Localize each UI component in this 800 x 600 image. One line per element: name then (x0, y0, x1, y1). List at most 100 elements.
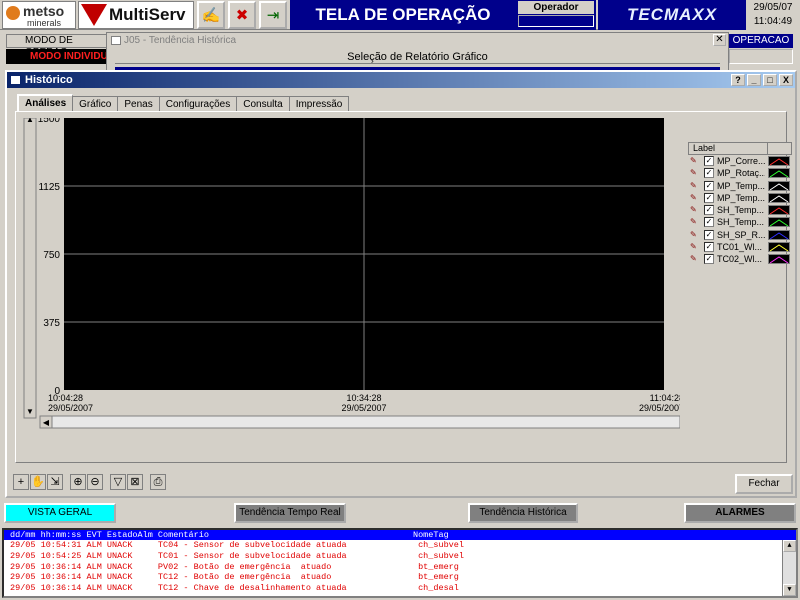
realtime-trend-button[interactable]: Tendência Tempo Real (234, 503, 346, 523)
exit-door-icon: ⇥ (266, 7, 280, 24)
pen-color-swatch (768, 205, 790, 216)
maximize-button[interactable]: □ (763, 74, 777, 86)
zoom-in-icon: ⊕ (73, 476, 83, 488)
x-tick-time-label: 10:34:28 (346, 393, 381, 403)
legend-item[interactable]: ✎ ✓ SH_SP_R... (688, 229, 792, 241)
pen-icon[interactable]: ✎ (690, 181, 700, 191)
alarm-row[interactable]: 29/05 10:54:31 ALM UNACK TC04 - Sensor d… (4, 540, 796, 551)
window-icon (111, 35, 121, 45)
user-login-button[interactable]: ✍ (197, 1, 225, 29)
x-tick-date-label: 29/05/2007 (48, 403, 93, 413)
scroll-left-icon[interactable]: ◀ (43, 418, 50, 427)
alarms-button[interactable]: ALARMES (684, 503, 796, 523)
pen-color-swatch (768, 192, 790, 203)
scroll-down-icon[interactable]: ▼ (26, 407, 34, 416)
datetime-display: 29/05/07 11:04:49 (746, 0, 800, 30)
mode-value: MODO INDIVIDU (6, 49, 108, 64)
vertical-scrollbar[interactable] (23, 118, 37, 419)
pen-icon[interactable]: ✎ (690, 242, 700, 252)
bg-dialog-close-button[interactable]: ✕ (713, 34, 726, 46)
pen-legend: Label ✎ ✓ MP_Corre... ✎ ✓ MP_Rotaç... ✎ ✓ MP_Tem… (688, 142, 792, 266)
pen-checkbox[interactable]: ✓ (704, 205, 714, 216)
tecmaxx-logo: TECMAXX (598, 0, 746, 30)
print-tool[interactable]: ⎙ (150, 474, 166, 490)
exit-button[interactable]: ⇥ (259, 1, 287, 29)
scroll-down-icon[interactable]: ▼ (783, 584, 796, 596)
pen-color-swatch (768, 254, 790, 265)
zoom-in-tool[interactable]: ⊕ (70, 474, 86, 490)
y-tick-label: 375 (43, 318, 60, 329)
tab-grafico[interactable]: Gráfico (72, 96, 119, 112)
bg-dialog-caption: J05 - Tendência Histórica (107, 33, 728, 48)
logout-user-button[interactable]: ✖ (228, 1, 256, 29)
pen-name: SH_SP_R... (717, 229, 765, 240)
cursor-tool[interactable]: ⇲ (47, 474, 63, 490)
legend-item[interactable]: ✎ ✓ SH_Temp... (688, 204, 792, 216)
pen-color-swatch (768, 156, 790, 166)
pen-checkbox[interactable]: ✓ (704, 242, 714, 253)
close-window-button[interactable]: X (779, 74, 793, 86)
pen-icon[interactable]: ✎ (690, 205, 700, 215)
pen-color-swatch (768, 217, 790, 228)
pen-name: SH_Temp... (717, 205, 765, 216)
pen-icon[interactable]: ✎ (690, 193, 700, 203)
operator-label: Operador (518, 1, 594, 14)
pen-checkbox[interactable]: ✓ (704, 180, 714, 191)
filter-tool[interactable]: ▽ (110, 474, 126, 490)
horizontal-scrollbar[interactable] (39, 415, 680, 429)
pen-icon[interactable]: ✎ (690, 217, 700, 227)
tab-configuracoes[interactable]: Configurações (158, 96, 238, 112)
zoom-out-tool[interactable]: ⊖ (87, 474, 103, 490)
legend-item[interactable]: ✎ ✓ TC01_Wl... (688, 241, 792, 253)
x-tick-time-label: 10:04:28 (48, 393, 83, 403)
pan-tool[interactable]: ✋ (30, 474, 46, 490)
pen-icon[interactable]: ✎ (690, 168, 700, 178)
filter-clear-icon: ⊠ (130, 476, 140, 488)
pen-checkbox[interactable]: ✓ (704, 229, 714, 240)
alarm-row[interactable]: 29/05 10:36:14 ALM UNACK PV02 - Botão de… (4, 562, 796, 573)
legend-item[interactable]: ✎ ✓ MP_Temp... (688, 192, 792, 204)
scroll-up-icon[interactable]: ▲ (783, 540, 796, 552)
window-caption[interactable]: Histórico ? _ □ X (7, 72, 795, 88)
legend-item[interactable]: ✎ ✓ MP_Temp... (688, 180, 792, 192)
pen-name: TC01_Wl... (717, 242, 763, 253)
legend-item[interactable]: ✎ ✓ SH_Temp... (688, 216, 792, 228)
pen-checkbox[interactable]: ✓ (704, 168, 714, 179)
tab-impressao[interactable]: Impressão (288, 96, 350, 112)
zoom-out-icon: ⊖ (90, 476, 100, 488)
tab-penas[interactable]: Penas (117, 96, 160, 112)
x-tick-date-label: 29/05/2007 (639, 403, 680, 413)
alarm-row[interactable]: 29/05 10:36:14 ALM UNACK TC12 - Botão de… (4, 572, 796, 583)
pen-name: MP_Corre... (717, 156, 765, 166)
y-tick-label: 1125 (38, 182, 60, 193)
pen-icon[interactable]: ✎ (690, 156, 700, 166)
alarm-row[interactable]: 29/05 10:54:25 ALM UNACK TC01 - Sensor d… (4, 551, 796, 562)
legend-item[interactable]: ✎ ✓ MP_Corre... (688, 155, 792, 167)
historic-trend-button[interactable]: Tendência Histórica (468, 503, 578, 523)
operator-value (518, 15, 594, 27)
clear-filter-tool[interactable]: ⊠ (127, 474, 143, 490)
tab-consulta[interactable]: Consulta (236, 96, 290, 112)
legend-item[interactable]: ✎ ✓ TC02_Wl... (688, 253, 792, 265)
pen-icon[interactable]: ✎ (690, 254, 700, 264)
minimize-button[interactable]: _ (747, 74, 761, 86)
alarm-panel: dd/mm hh:mm:ss EVT EstadoAlm Comentário … (2, 528, 798, 598)
alarm-scrollbar[interactable]: ▲ ▼ (782, 540, 796, 596)
vista-geral-button[interactable]: VISTA GERAL (4, 503, 116, 523)
pen-checkbox[interactable]: ✓ (704, 192, 714, 203)
legend-item[interactable]: ✎ ✓ MP_Rotaç... (688, 167, 792, 179)
multiserv-mark-icon (81, 4, 107, 26)
pen-checkbox[interactable]: ✓ (704, 254, 714, 265)
pen-icon[interactable]: ✎ (690, 230, 700, 240)
multiserv-brand: MultiServ (109, 5, 186, 24)
close-button[interactable]: Fechar (735, 474, 793, 494)
pen-checkbox[interactable]: ✓ (704, 156, 714, 166)
tab-analises[interactable]: Análises (17, 94, 74, 112)
help-button[interactable]: ? (731, 74, 745, 86)
metso-sub: minerals (27, 18, 62, 28)
pen-checkbox[interactable]: ✓ (704, 217, 714, 228)
scroll-up-icon[interactable]: ▲ (26, 118, 34, 124)
window-title: Histórico (25, 74, 73, 86)
crosshair-tool[interactable]: + (13, 474, 29, 490)
alarm-row[interactable]: 29/05 10:36:14 ALM UNACK TC12 - Chave de… (4, 583, 796, 594)
